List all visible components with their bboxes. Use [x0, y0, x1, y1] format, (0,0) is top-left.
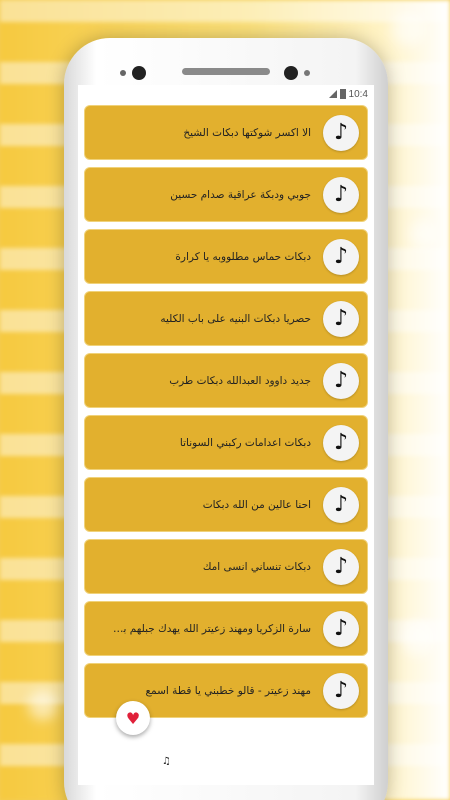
list-item[interactable]: دبكات اعدامات ركبني السوناتا ♪ [84, 415, 368, 470]
heart-icon: ♥ [125, 708, 141, 728]
list-item[interactable]: جديد داوود العبدالله دبكات طرب ♪ [84, 353, 368, 408]
music-note-icon[interactable]: ♪ [323, 362, 359, 399]
favorites-button[interactable]: ♥ [116, 701, 150, 735]
song-title: مهند زعيتر - قالو خطبني يا قطة اسمع [145, 684, 311, 697]
song-title: الا اكسر شوكتها دبكات الشيخ [183, 126, 311, 139]
list-item[interactable]: دبكات حماس مطلووبه يا كرارة ♪ [84, 229, 368, 284]
front-sensor [120, 70, 126, 76]
signal-icon [328, 90, 337, 98]
list-item[interactable]: حصريا دبكات البنيه على باب الكليه ♪ [84, 291, 368, 346]
music-note-icon[interactable]: ♪ [323, 486, 359, 523]
list-item[interactable]: احنا عالين من الله دبكات ♪ [84, 477, 368, 532]
music-note-icon[interactable]: ♪ [323, 176, 359, 213]
phone-frame: 10:4 الا اكسر شوكتها دبكات الشيخ ♪ جوبي … [64, 38, 388, 800]
earpiece-speaker [182, 68, 270, 75]
song-title: احنا عالين من الله دبكات [202, 498, 311, 511]
waveform-icon: ılıl [326, 760, 338, 771]
audio-file-icon: ♫ [162, 756, 171, 767]
song-title: دبكات تنساني انسى امك [202, 560, 311, 573]
song-title: دبكات حماس مطلووبه يا كرارة [175, 250, 311, 263]
iris-sensor [284, 66, 298, 80]
music-note-icon[interactable]: ♪ [323, 672, 359, 709]
bokeh-light [400, 620, 436, 656]
phone-screen: 10:4 الا اكسر شوكتها دبكات الشيخ ♪ جوبي … [78, 85, 374, 785]
music-note-icon[interactable]: ♪ [323, 114, 359, 151]
status-bar: 10:4 [78, 85, 374, 103]
music-note-icon[interactable]: ♪ [323, 424, 359, 461]
music-note-icon[interactable]: ♪ [323, 548, 359, 585]
music-note-icon[interactable]: ♪ [323, 238, 359, 275]
list-item[interactable]: سارة الزكريا ومهند زعيتر الله يهدك جبلهم… [84, 601, 368, 656]
song-title: سارة الزكريا ومهند زعيتر الله يهدك جبلهم… [111, 622, 311, 635]
bokeh-light [410, 220, 438, 248]
proximity-sensor [304, 70, 310, 76]
status-time: 10:4 [348, 88, 368, 100]
music-note-icon[interactable]: ♪ [323, 610, 359, 647]
music-note-icon[interactable]: ♪ [323, 300, 359, 337]
bokeh-light [392, 12, 426, 46]
list-item[interactable]: جوبي ودبكة عراقية صدام حسين ♪ [84, 167, 368, 222]
list-item[interactable]: دبكات تنساني انسى امك ♪ [84, 539, 368, 594]
song-title: جوبي ودبكة عراقية صدام حسين [170, 188, 311, 201]
front-camera [132, 66, 146, 80]
bokeh-light [28, 690, 58, 720]
song-title: حصريا دبكات البنيه على باب الكليه [160, 312, 311, 325]
list-item[interactable]: الا اكسر شوكتها دبكات الشيخ ♪ [84, 105, 368, 160]
song-title: جديد داوود العبدالله دبكات طرب [169, 374, 311, 387]
battery-icon [339, 89, 346, 99]
song-title: دبكات اعدامات ركبني السوناتا [179, 436, 311, 449]
